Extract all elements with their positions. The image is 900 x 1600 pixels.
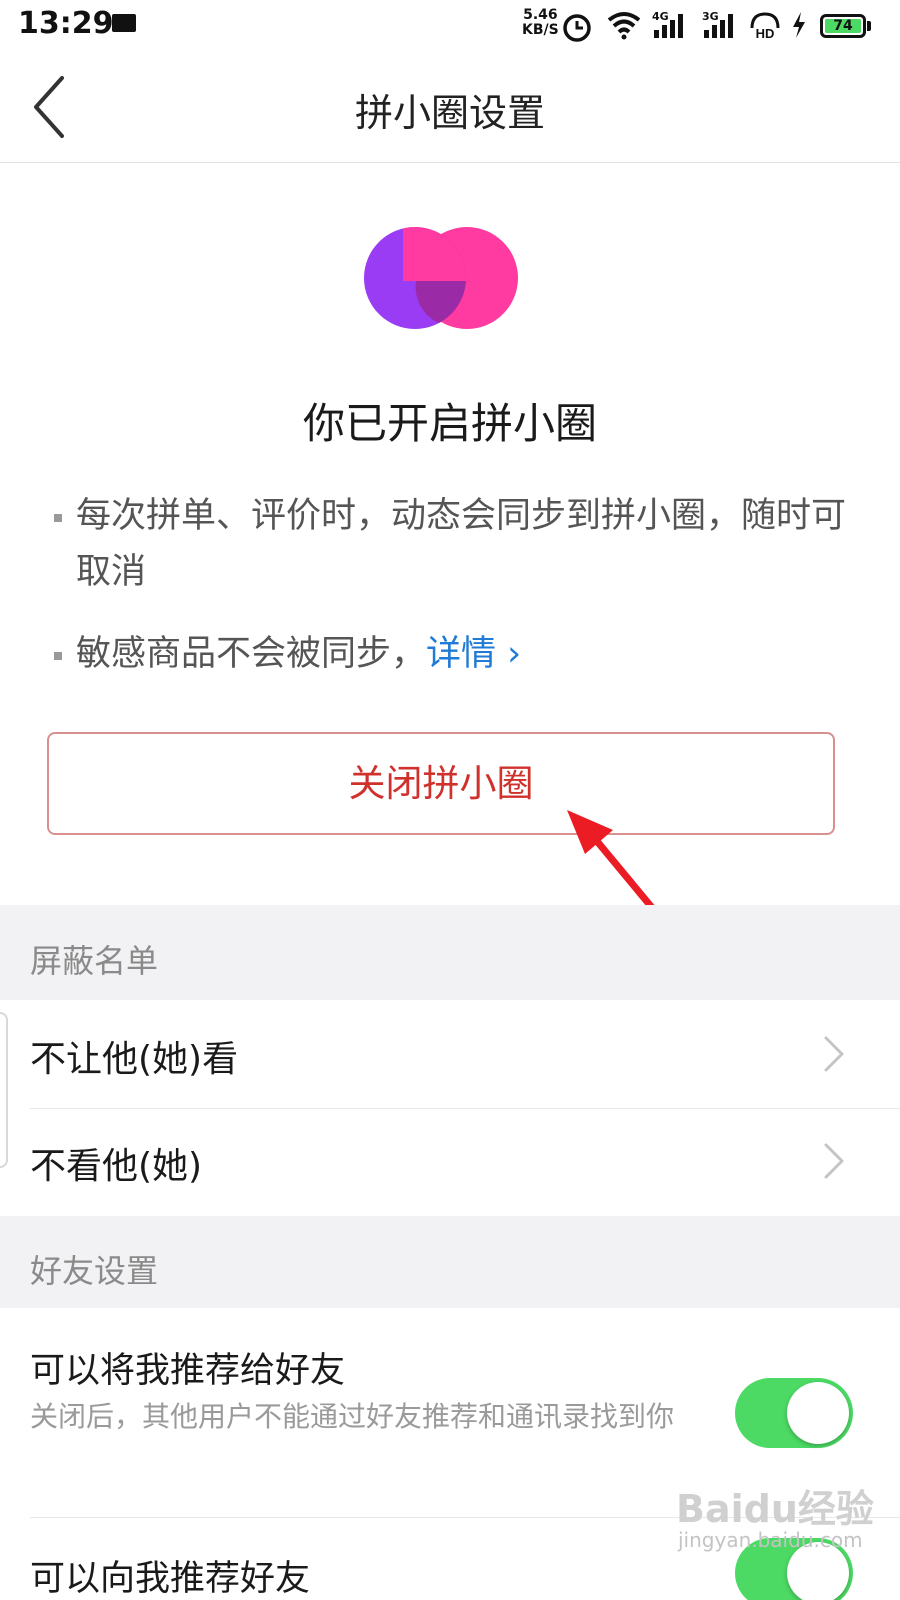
network-speed-value: 5.46: [523, 7, 558, 23]
section-header-friends: 好友设置: [0, 1216, 900, 1308]
alarm-icon: [563, 14, 591, 42]
info-bullet-sensitive-text: 敏感商品不会被同步，: [76, 634, 427, 674]
list-item-label: 不让他(她)看: [30, 1039, 239, 1080]
setting-description: 关闭后，其他用户不能通过好友推荐和通讯录找到你: [30, 1400, 675, 1433]
status-headline: 你已开启拼小圈: [302, 399, 597, 448]
info-bullet-sync-text: 每次拼单、评价时，动态会同步到拼小圈，随时可取消: [76, 496, 847, 592]
info-bullet-sensitive: 敏感商品不会被同步，详情 ›: [54, 626, 854, 682]
watermark-main: Baidu经验: [676, 1487, 874, 1531]
hd-label: HD: [756, 26, 775, 40]
wifi-icon: [607, 12, 641, 40]
bullet-dot: [54, 652, 62, 660]
setting-title: 可以向我推荐好友: [30, 1559, 311, 1599]
headphone-icon: HD: [750, 12, 780, 40]
section-header-blocklist: 屏蔽名单: [0, 905, 900, 1000]
network-speed: 5.46 KB/S: [522, 8, 559, 38]
watermark-sub: jingyan.baidu.com: [678, 1528, 863, 1552]
charging-icon: [793, 12, 805, 38]
list-item-hide-from[interactable]: 不让他(她)看: [0, 1000, 900, 1108]
bullet-dot: [54, 514, 62, 522]
status-time: 13:29: [18, 6, 114, 41]
close-pinxiaoquan-button[interactable]: 关闭拼小圈: [47, 732, 835, 835]
pinxiaoquan-logo-icon: [364, 227, 518, 329]
setting-title: 可以将我推荐给好友: [30, 1351, 346, 1391]
recommend-me-toggle[interactable]: [735, 1378, 853, 1448]
details-link[interactable]: 详情 ›: [426, 634, 521, 674]
signal-icon-2: [704, 14, 733, 38]
nav-bar: 拼小圈设置: [0, 50, 900, 163]
baidu-watermark: Baidu经验 jingyan.baidu.com: [676, 1478, 876, 1558]
battery-level: 74: [833, 18, 853, 34]
network-speed-unit: KB/S: [522, 22, 559, 38]
signal-icon-1: [654, 14, 683, 38]
battery-tip: [867, 21, 871, 31]
list-item-label: 不看他(她): [30, 1146, 203, 1187]
info-bullet-sync: 每次拼单、评价时，动态会同步到拼小圈，随时可取消: [54, 488, 854, 600]
list-item-dont-see[interactable]: 不看他(她): [0, 1109, 900, 1216]
page-title: 拼小圈设置: [354, 91, 545, 135]
edge-handle: [0, 1012, 8, 1168]
chevron-right-icon: [824, 1143, 844, 1179]
chevron-right-icon: [824, 1036, 844, 1072]
status-bar: 13:29 5.46 KB/S 4G 3G HD 74: [0, 0, 900, 50]
message-icon: [112, 14, 136, 32]
